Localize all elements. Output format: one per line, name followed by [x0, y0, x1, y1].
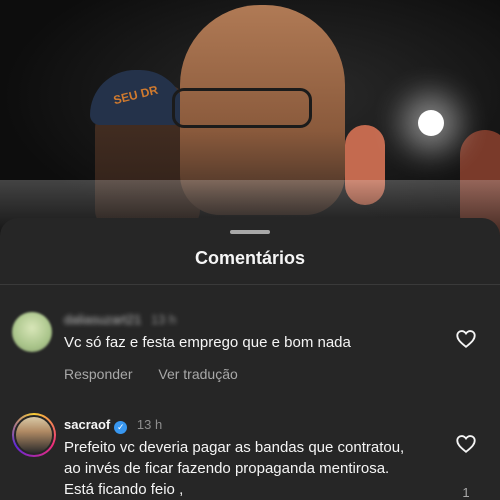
drag-handle[interactable]	[230, 230, 270, 234]
like-count: 1	[462, 485, 470, 500]
comment-actions: Responder Ver tradução	[64, 366, 260, 382]
comment-meta: daliasuzart21 13 h	[64, 312, 176, 327]
comment-text: Prefeito vc deveria pagar as bandas que …	[64, 439, 405, 498]
comment-text: Vc só faz e festa emprego que e bom nada	[64, 334, 351, 351]
reply-button[interactable]: Responder	[64, 366, 133, 382]
comments-sheet: Comentários daliasuzart21 13 h Vc só faz…	[0, 218, 500, 500]
see-translation-button[interactable]: Ver tradução	[158, 366, 237, 382]
comment-username[interactable]: daliasuzart21	[64, 312, 141, 327]
comment-time: 13 h	[136, 417, 163, 432]
sheet-title: Comentários	[194, 248, 306, 268]
stage-light	[418, 110, 444, 136]
avatar[interactable]	[12, 312, 52, 352]
glasses	[172, 88, 312, 128]
comment-username[interactable]: sacraof	[64, 417, 110, 432]
heart-icon[interactable]	[455, 328, 477, 350]
avatar[interactable]	[12, 413, 56, 457]
comment-meta: sacraof ✓ 13 h	[64, 417, 162, 434]
heart-icon[interactable]	[455, 433, 477, 455]
comment-time: 13 h	[150, 312, 177, 327]
divider	[0, 284, 500, 285]
verified-badge-icon: ✓	[114, 421, 128, 434]
avatar-image	[14, 415, 54, 455]
post-photo: SEU DR	[0, 0, 500, 240]
